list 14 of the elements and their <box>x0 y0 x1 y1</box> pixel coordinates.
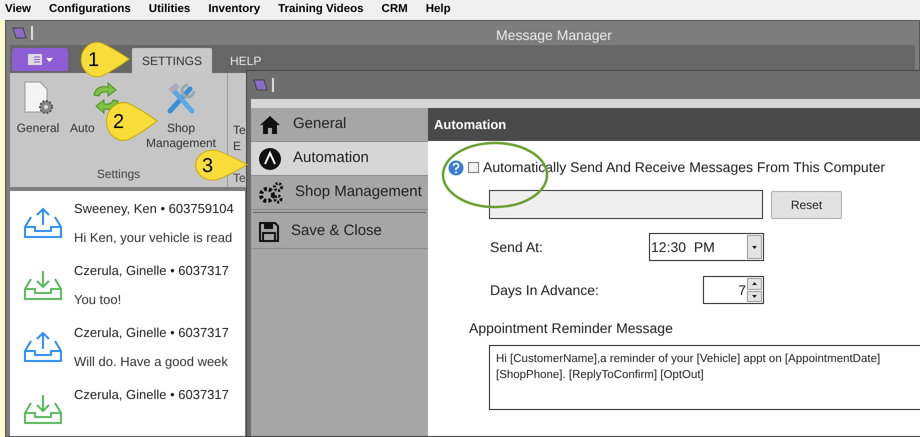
message-preview: You too! <box>74 290 122 308</box>
group-label: Te <box>233 170 246 187</box>
group-label: Settings <box>96 166 140 183</box>
field-label: Send At: <box>490 238 544 256</box>
section-header: Automation <box>428 108 920 141</box>
message-preview: Hi Ken, your vehicle is read <box>74 228 234 247</box>
message-sender: Sweeney, Ken • 603759104 <box>74 200 234 218</box>
message-sender: Czerula, Ginelle • 6037317 <box>74 386 229 404</box>
message-sender: Czerula, Ginelle • 6037317 <box>74 262 229 280</box>
window-title: Message Manager <box>496 26 612 45</box>
message-sender: Czerula, Ginelle • 6037317 <box>74 324 229 342</box>
message-preview: Will do. Have a good week <box>74 352 229 371</box>
section-label: Appointment Reminder Message <box>468 319 674 338</box>
field-label: Days In Advance: <box>490 280 600 300</box>
